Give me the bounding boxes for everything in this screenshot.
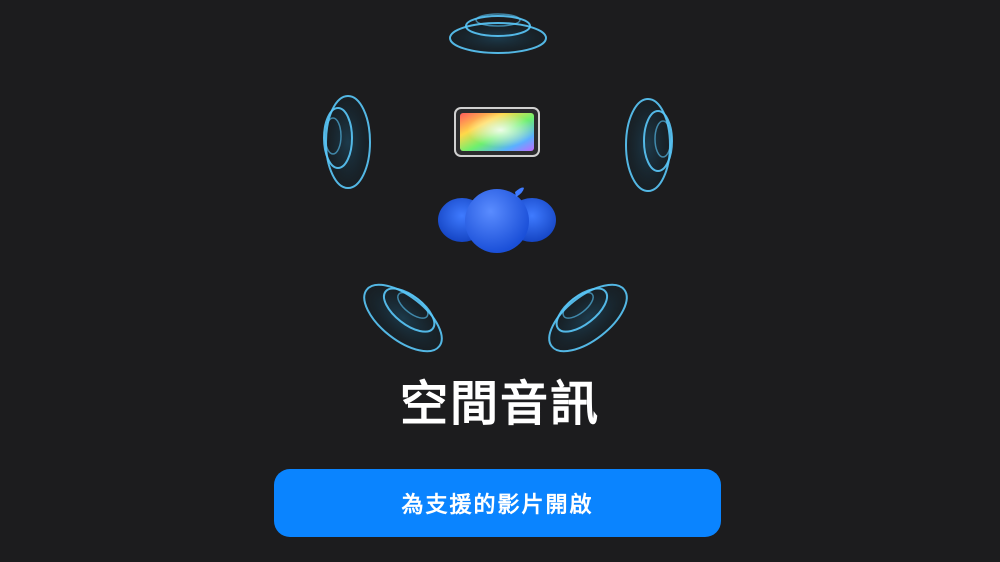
speaker-right-icon bbox=[625, 98, 673, 192]
speaker-rear-right-icon bbox=[548, 283, 628, 353]
speaker-top-icon bbox=[449, 13, 547, 54]
enable-for-supported-videos-button[interactable]: 為支援的影片開啟 bbox=[274, 469, 721, 537]
speaker-rear-left-icon bbox=[363, 283, 443, 353]
listener-head-icon bbox=[438, 187, 556, 253]
spatial-audio-screen: 空間音訊 為支援的影片開啟 bbox=[0, 0, 1000, 562]
spatial-audio-illustration bbox=[323, 13, 673, 353]
speaker-left-icon bbox=[323, 95, 371, 189]
tv-screen-icon bbox=[454, 107, 540, 157]
page-title: 空間音訊 bbox=[399, 376, 600, 432]
